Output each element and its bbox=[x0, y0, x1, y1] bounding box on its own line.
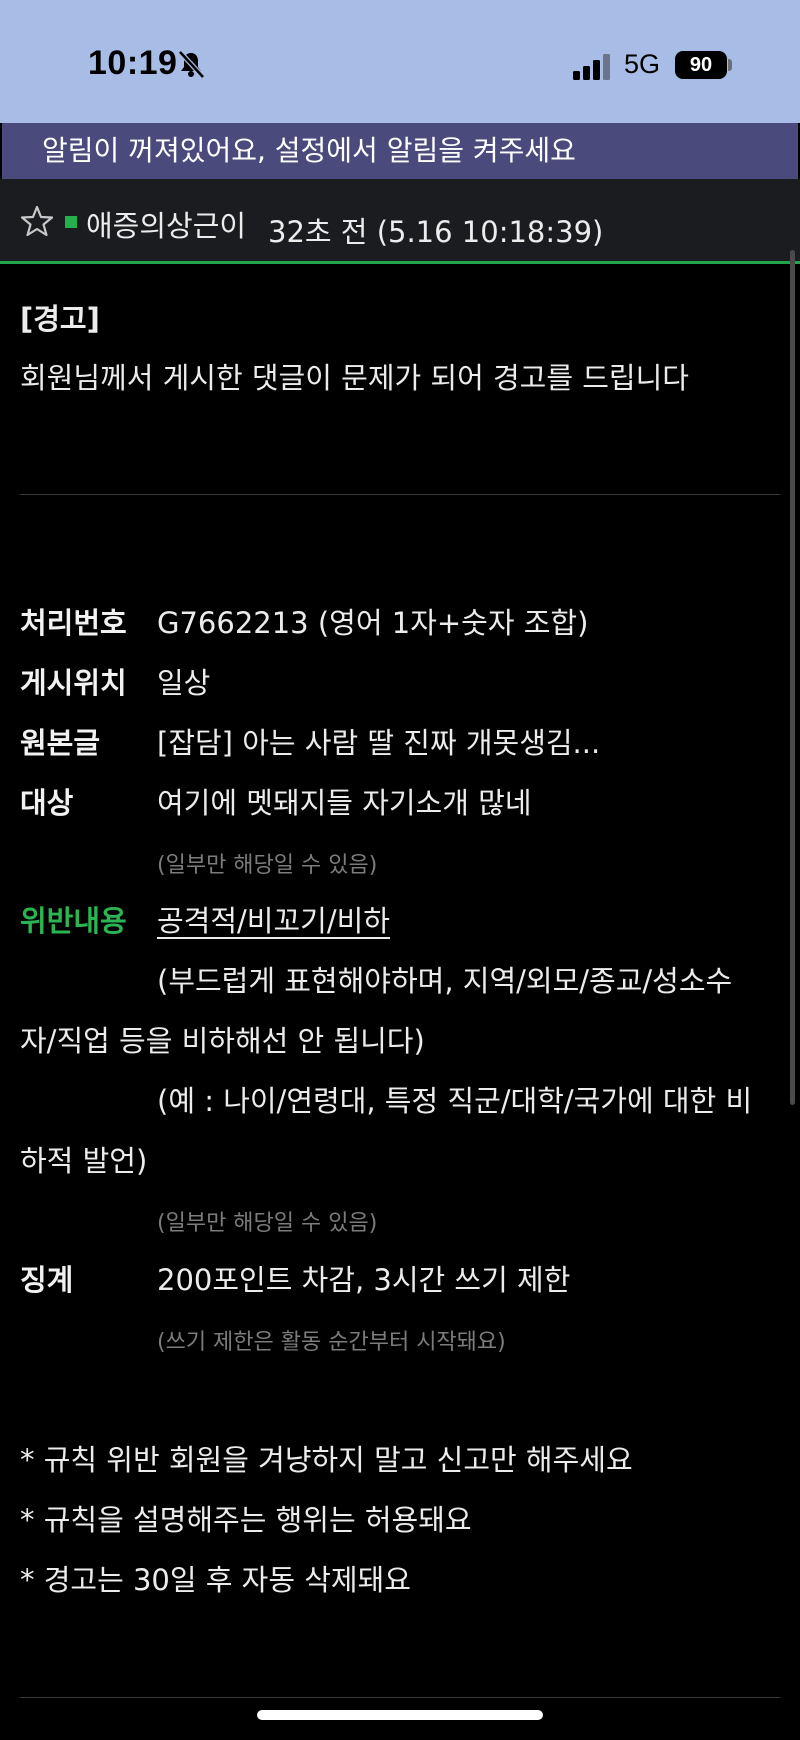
rule-item: * 규칙을 설명해주는 행위는 허용돼요 bbox=[20, 1503, 472, 1537]
bell-slash-icon bbox=[178, 50, 205, 79]
network-type: 5G bbox=[624, 49, 661, 79]
location-value: 일상 bbox=[157, 666, 211, 700]
penalty-label: 징계 bbox=[20, 1263, 74, 1297]
case-number-label: 처리번호 bbox=[20, 606, 127, 640]
original-post-label: 원본글 bbox=[20, 726, 101, 760]
violation-example: (예 : 나이/연령대, 특정 직군/대학/국가에 대한 비 bbox=[157, 1084, 753, 1118]
violation-description-cont: 자/직업 등을 비하해선 안 됩니다) bbox=[20, 1024, 425, 1058]
divider bbox=[20, 1697, 780, 1698]
scrollbar[interactable] bbox=[790, 250, 795, 1105]
battery-icon: 90 bbox=[675, 51, 727, 79]
status-bar: 10:19 5G 90 bbox=[0, 0, 800, 123]
violation-example-cont: 하적 발언) bbox=[20, 1144, 148, 1178]
rule-item: * 경고는 30일 후 자동 삭제돼요 bbox=[20, 1563, 411, 1597]
penalty-note: (쓰기 제한은 활동 순간부터 시작돼요) bbox=[157, 1330, 506, 1355]
divider bbox=[20, 494, 780, 495]
post-timestamp: 32초 전 (5.16 10:18:39) bbox=[268, 215, 604, 249]
case-number-value: G7662213 (영어 1자+숫자 조합) bbox=[157, 606, 589, 640]
violation-note: (일부만 해당일 수 있음) bbox=[157, 1211, 378, 1236]
author-badge-icon bbox=[65, 216, 77, 228]
battery-cap bbox=[728, 59, 732, 71]
header-accent-line bbox=[0, 261, 800, 264]
home-indicator[interactable] bbox=[257, 1710, 543, 1720]
violation-category-link[interactable]: 공격적/비꼬기/비하 bbox=[157, 898, 390, 940]
author-name[interactable]: 애증의상근이 bbox=[86, 203, 246, 245]
target-value: 여기에 멧돼지들 자기소개 많네 bbox=[157, 786, 532, 820]
rule-item: * 규칙 위반 회원을 겨냥하지 말고 신고만 해주세요 bbox=[20, 1443, 633, 1477]
signal-icon bbox=[573, 54, 610, 80]
target-note: (일부만 해당일 수 있음) bbox=[157, 853, 378, 878]
target-label: 대상 bbox=[20, 786, 74, 820]
location-label: 게시위치 bbox=[20, 666, 127, 700]
penalty-value: 200포인트 차감, 3시간 쓰기 제한 bbox=[157, 1263, 571, 1297]
notification-off-banner[interactable]: 알림이 꺼져있어요, 설정에서 알림을 켜주세요 bbox=[2, 123, 798, 179]
original-post-link[interactable]: [잡담] 아는 사람 딸 진짜 개못생김... bbox=[157, 720, 600, 762]
warning-message: 회원님께서 게시한 댓글이 문제가 되어 경고를 드립니다 bbox=[20, 361, 689, 395]
violation-description: (부드럽게 표현해야하며, 지역/외모/종교/성소수 bbox=[157, 964, 733, 998]
warning-title: [경고] bbox=[20, 302, 100, 336]
violation-label: 위반내용 bbox=[20, 904, 127, 938]
star-icon[interactable] bbox=[20, 204, 54, 238]
status-time: 10:19 bbox=[88, 44, 178, 82]
